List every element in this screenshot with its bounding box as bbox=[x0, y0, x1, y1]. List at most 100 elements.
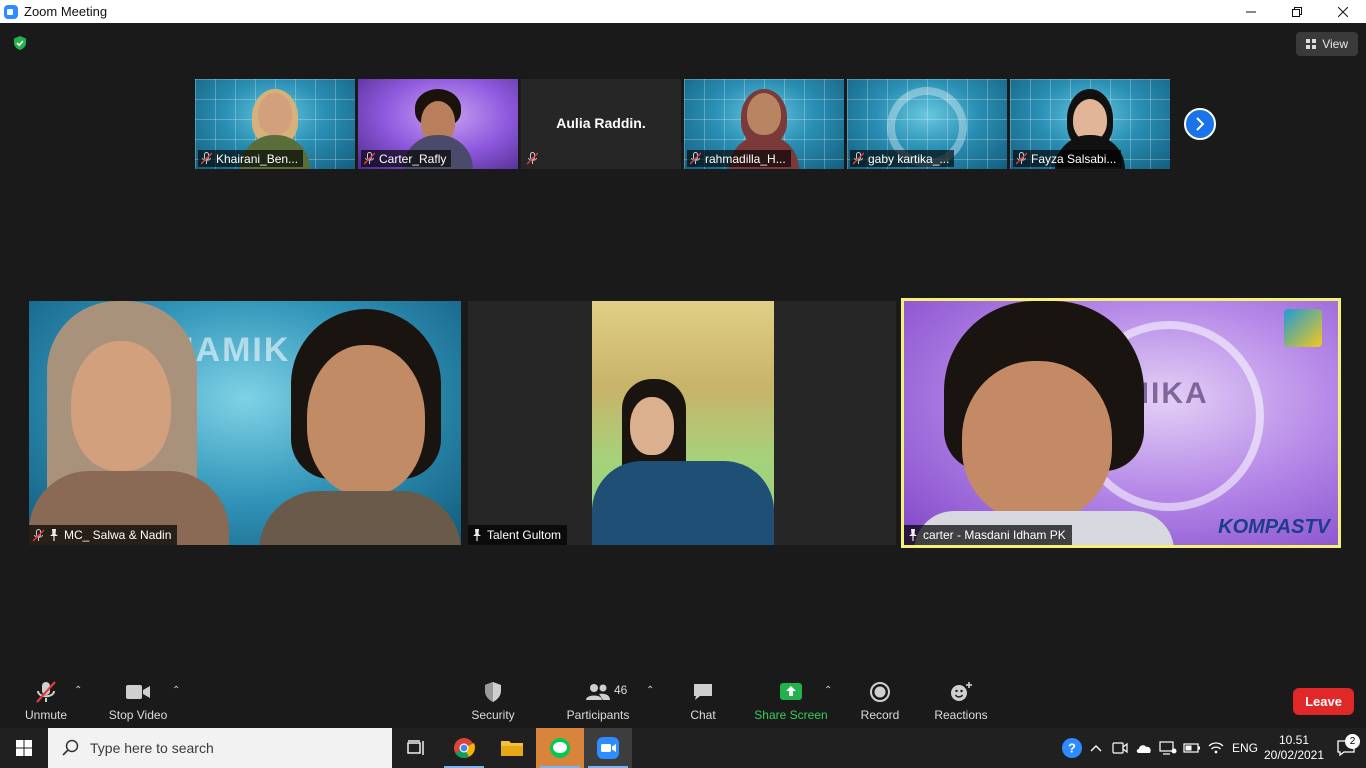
audio-options-caret-icon[interactable]: ⌃ bbox=[74, 686, 84, 696]
leave-button[interactable]: Leave bbox=[1293, 688, 1354, 715]
chevron-up-icon bbox=[1090, 745, 1102, 752]
reactions-button[interactable]: Reactions bbox=[932, 680, 990, 728]
mic-muted-icon bbox=[201, 152, 212, 165]
unmute-label: Unmute bbox=[24, 708, 68, 722]
line-app-button[interactable] bbox=[536, 728, 584, 768]
record-button[interactable]: Record bbox=[858, 680, 902, 728]
meet-now-button[interactable] bbox=[1108, 728, 1132, 768]
show-hidden-icons-button[interactable] bbox=[1084, 728, 1108, 768]
participant-name-tag: MC_ Salwa & Nadin bbox=[29, 525, 178, 545]
notification-center-button[interactable]: 2 bbox=[1326, 734, 1366, 757]
mic-muted-icon bbox=[853, 152, 864, 165]
windows-logo-icon bbox=[16, 740, 32, 756]
chevron-right-icon bbox=[1196, 117, 1205, 131]
wifi-icon bbox=[1208, 742, 1224, 754]
mic-muted-icon bbox=[690, 152, 701, 165]
participant-video bbox=[592, 301, 774, 545]
onedrive-button[interactable] bbox=[1132, 728, 1156, 768]
stop-video-label: Stop Video bbox=[108, 708, 168, 722]
share-options-caret-icon[interactable]: ⌃ bbox=[824, 686, 834, 696]
window-title: Zoom Meeting bbox=[24, 4, 108, 19]
chat-bubble-icon bbox=[694, 684, 712, 700]
restore-button[interactable] bbox=[1274, 0, 1320, 23]
participant-name-tag: Carter_Rafly bbox=[361, 150, 452, 167]
participant-name: rahmadilla_H... bbox=[705, 151, 786, 166]
unmute-button[interactable]: Unmute bbox=[18, 680, 74, 728]
next-page-button[interactable] bbox=[1184, 108, 1216, 140]
participant-thumbnail[interactable]: Khairani_Ben... bbox=[195, 79, 355, 169]
reactions-smiley-icon bbox=[951, 682, 972, 701]
mic-muted-icon bbox=[36, 681, 56, 703]
pin-icon bbox=[909, 529, 917, 541]
participant-name-tag: Talent Gultom bbox=[468, 525, 568, 545]
svg-text:?: ? bbox=[1068, 741, 1076, 756]
task-view-button[interactable] bbox=[392, 728, 440, 768]
help-button[interactable]: ? bbox=[1060, 728, 1084, 768]
mic-muted-icon bbox=[33, 528, 44, 542]
help-question-icon: ? bbox=[1062, 738, 1082, 758]
participant-name-tag: carter - Masdani Idham PK bbox=[904, 525, 1072, 545]
participant-thumbnail[interactable]: Fayza Salsabi... bbox=[1010, 79, 1170, 169]
mic-muted-icon bbox=[527, 152, 538, 165]
mic-muted-icon bbox=[364, 152, 375, 165]
encryption-shield-icon[interactable] bbox=[12, 35, 28, 51]
active-speaker-tile[interactable]: MIKA KOMPASTV carter - Masdani Idham PK bbox=[901, 298, 1341, 548]
participant-thumbnail[interactable]: gaby kartika_... bbox=[847, 79, 1007, 169]
stop-video-button[interactable]: Stop Video bbox=[106, 680, 170, 728]
participant-name-tag: gaby kartika_... bbox=[850, 150, 955, 167]
title-bar: Zoom Meeting bbox=[0, 0, 1366, 23]
participants-count: 46 bbox=[614, 683, 628, 697]
display-button[interactable] bbox=[1156, 728, 1180, 768]
participant-name: gaby kartika_... bbox=[868, 151, 950, 166]
video-tile[interactable]: NAMIK MC_ Salwa & Nadin bbox=[29, 301, 461, 545]
participant-strip: Khairani_Ben... Carter_Rafly Aulia Raddi… bbox=[195, 79, 1170, 169]
video-tile[interactable]: Talent Gultom bbox=[468, 301, 896, 545]
system-clock[interactable]: 10.51 20/02/2021 bbox=[1262, 733, 1326, 763]
battery-button[interactable] bbox=[1180, 728, 1204, 768]
close-button[interactable] bbox=[1320, 0, 1366, 23]
zoom-app-button[interactable] bbox=[584, 728, 632, 768]
participant-name-tag: rahmadilla_H... bbox=[687, 150, 791, 167]
task-view-icon bbox=[407, 740, 424, 755]
mic-muted-icon bbox=[1016, 152, 1027, 165]
share-screen-icon bbox=[780, 683, 802, 700]
network-button[interactable] bbox=[1204, 728, 1228, 768]
chrome-app-button[interactable] bbox=[440, 728, 488, 768]
security-button[interactable]: Security bbox=[466, 680, 520, 728]
battery-icon bbox=[1183, 743, 1200, 753]
video-options-caret-icon[interactable]: ⌃ bbox=[172, 686, 182, 696]
station-logo-icon bbox=[1284, 309, 1322, 347]
participant-name: Khairani_Ben... bbox=[216, 151, 299, 166]
grid-view-icon bbox=[1306, 39, 1317, 49]
language-indicator[interactable]: ENG bbox=[1228, 728, 1262, 768]
meeting-area: View Khairani_Ben... Carter_Rafly Aulia … bbox=[0, 23, 1366, 680]
view-button[interactable]: View bbox=[1296, 32, 1358, 56]
zoom-app-icon bbox=[4, 4, 18, 19]
record-icon bbox=[870, 682, 890, 702]
notification-count: 2 bbox=[1345, 734, 1360, 749]
view-label: View bbox=[1322, 37, 1348, 51]
windows-taskbar: Type here to search ? ENG 10.51 20/02/20… bbox=[0, 728, 1366, 768]
meeting-toolbar: Unmute ⌃ Stop Video ⌃ Security Participa… bbox=[0, 680, 1366, 728]
search-icon bbox=[62, 739, 79, 756]
close-icon bbox=[1338, 6, 1348, 17]
taskbar-search-box[interactable]: Type here to search bbox=[48, 728, 392, 768]
participants-options-caret-icon[interactable]: ⌃ bbox=[646, 686, 656, 696]
kompastv-logo: KOMPASTV bbox=[1218, 516, 1330, 538]
share-screen-label: Share Screen bbox=[754, 708, 828, 722]
participant-thumbnail[interactable]: Carter_Rafly bbox=[358, 79, 518, 169]
participant-thumbnail[interactable]: rahmadilla_H... bbox=[684, 79, 844, 169]
share-screen-button[interactable]: Share Screen bbox=[754, 680, 828, 728]
start-button[interactable] bbox=[0, 728, 48, 768]
search-placeholder: Type here to search bbox=[90, 740, 214, 756]
pin-icon bbox=[50, 529, 58, 541]
participant-name-tag: Khairani_Ben... bbox=[198, 150, 304, 167]
participant-name: carter - Masdani Idham PK bbox=[923, 528, 1066, 542]
minimize-button[interactable] bbox=[1228, 0, 1274, 23]
camera-icon bbox=[1112, 742, 1128, 754]
clock-date: 20/02/2021 bbox=[1263, 748, 1325, 762]
participant-name-tag: Fayza Salsabi... bbox=[1013, 150, 1122, 167]
file-explorer-button[interactable] bbox=[488, 728, 536, 768]
chat-button[interactable]: Chat bbox=[684, 680, 722, 728]
participant-thumbnail[interactable]: Aulia Raddin. bbox=[521, 79, 681, 169]
